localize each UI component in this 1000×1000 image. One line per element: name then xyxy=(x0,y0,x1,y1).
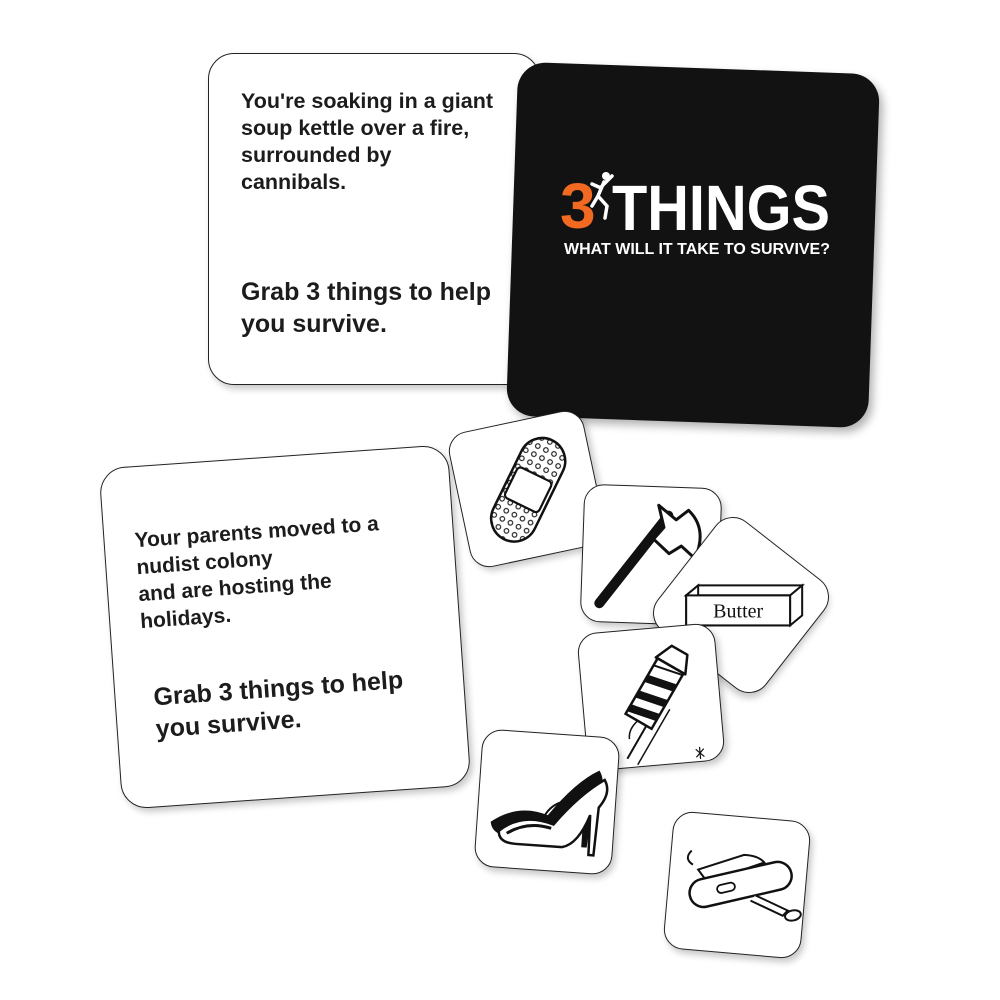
spark-icon xyxy=(695,746,705,759)
logo-word: THINGS xyxy=(612,172,830,244)
scenario-action: Grab 3 things to help you survive. xyxy=(152,665,404,744)
item-card-heels[interactable] xyxy=(473,728,621,876)
scenario-card-nudist-colony[interactable]: Your parents moved to a nudist colony an… xyxy=(98,444,472,810)
scenario-card-soup-kettle[interactable]: You're soaking in a giant soup kettle ov… xyxy=(208,53,540,385)
scenario-prompt: Your parents moved to a nudist colony an… xyxy=(133,512,380,634)
pocket-knife-icon xyxy=(686,849,802,922)
item-card-knife[interactable] xyxy=(662,810,812,960)
scenario-prompt: You're soaking in a giant soup kettle ov… xyxy=(241,89,494,194)
scenario-action: Grab 3 things to help you survive. xyxy=(241,278,492,338)
high-heels-icon xyxy=(490,770,609,857)
game-logo: 3 THINGS WHAT WILL IT TAKE TO SURVIVE? xyxy=(560,170,830,258)
butter-label: Butter xyxy=(713,600,763,622)
tagline: WHAT WILL IT TAKE TO SURVIVE? xyxy=(564,241,830,258)
title-card[interactable]: 3 THINGS WHAT WILL IT TAKE TO SURVIVE? xyxy=(505,61,881,429)
